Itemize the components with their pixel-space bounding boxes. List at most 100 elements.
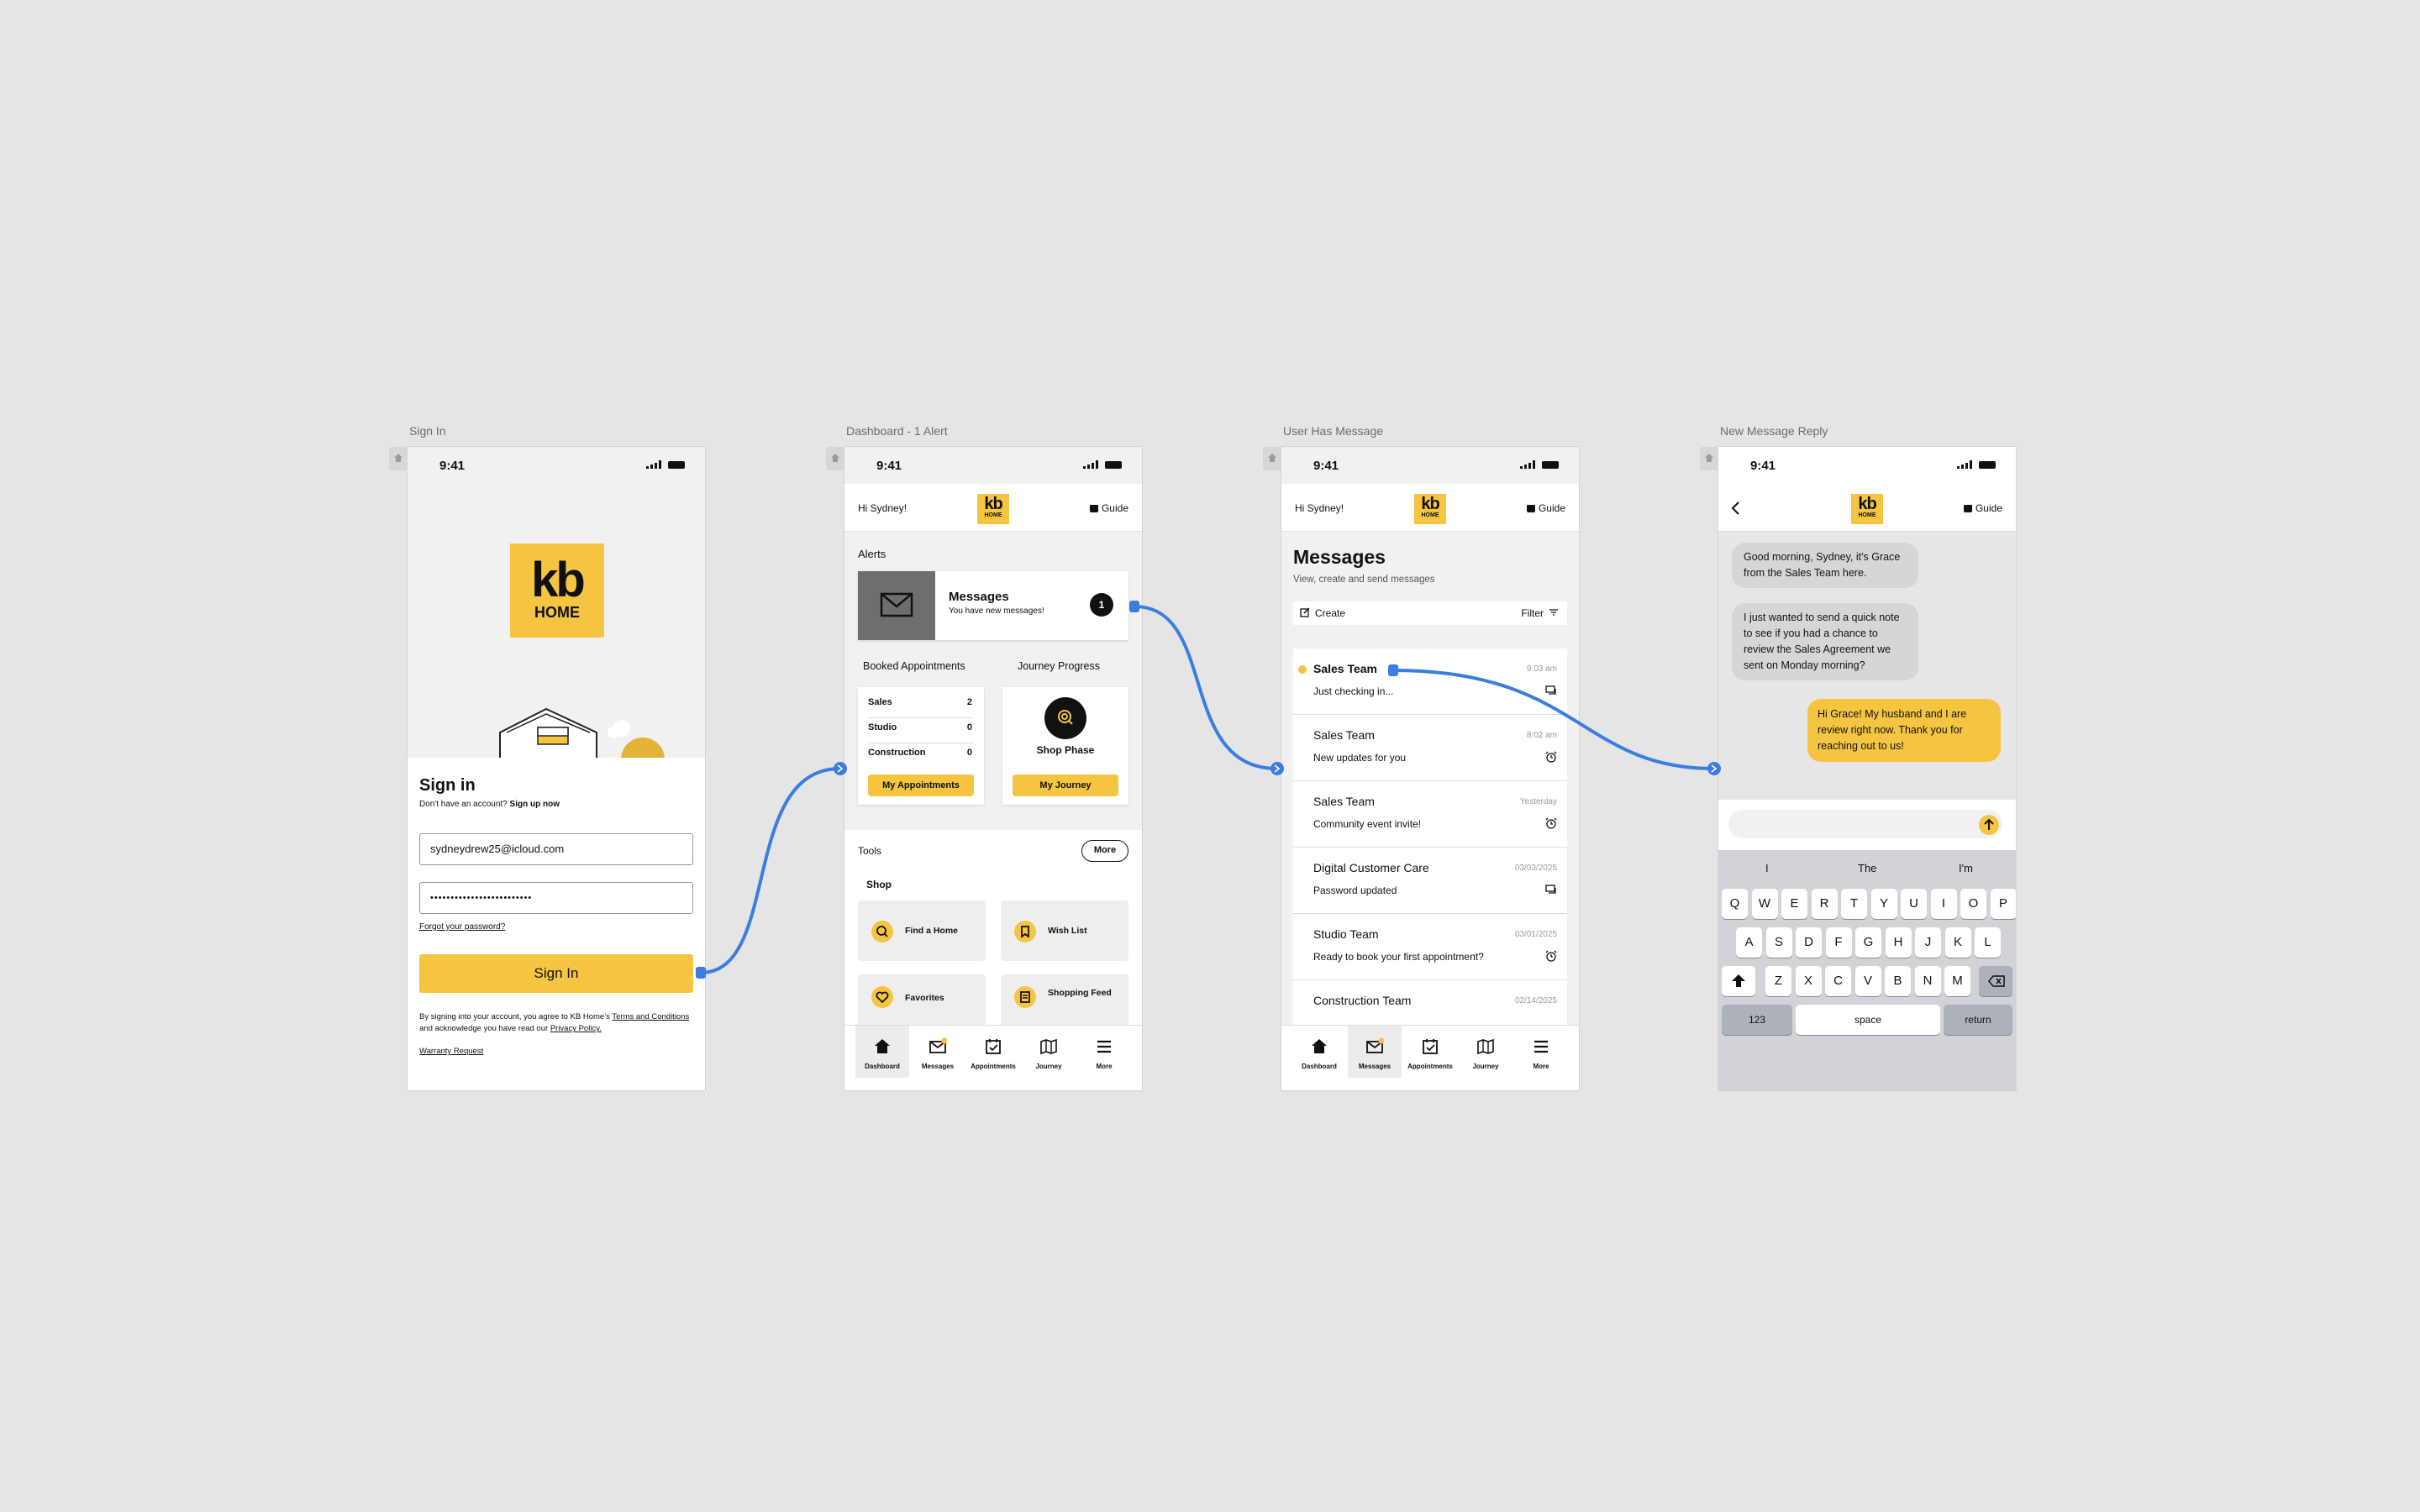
- tool-label: Find a Home: [905, 926, 959, 936]
- message-row[interactable]: Digital Customer Care 03/03/2025 Passwor…: [1293, 848, 1567, 914]
- tool-wish-list[interactable]: Wish List: [1001, 900, 1128, 961]
- suggestion[interactable]: I: [1765, 862, 1769, 874]
- alert-card[interactable]: Messages You have new messages! 1: [858, 571, 1128, 640]
- logo-home-text: HOME: [534, 604, 580, 621]
- keyboard-key[interactable]: B: [1885, 966, 1911, 996]
- space-key[interactable]: space: [1796, 1005, 1940, 1035]
- logo-home-text: HOME: [1858, 512, 1876, 518]
- keyboard-key[interactable]: F: [1825, 927, 1852, 958]
- keyboard-key[interactable]: R: [1811, 889, 1838, 919]
- tool-find-home[interactable]: Find a Home: [858, 900, 986, 961]
- frame-handle-signin[interactable]: [389, 447, 408, 470]
- tab-messages[interactable]: Messages: [911, 1026, 965, 1078]
- send-button[interactable]: [1979, 815, 1999, 835]
- password-field[interactable]: •••••••••••••••••••••••••: [419, 882, 693, 914]
- keyboard-key[interactable]: N: [1914, 966, 1941, 996]
- prototype-connectors: [696, 601, 1721, 979]
- tab-more[interactable]: More: [1514, 1026, 1568, 1078]
- delete-key[interactable]: [1979, 966, 2012, 996]
- suggestion-bar: I The I'm: [1718, 850, 2016, 885]
- keyboard-key[interactable]: L: [1975, 927, 2001, 958]
- tab-journey[interactable]: Journey: [1022, 1026, 1076, 1078]
- my-appointments-button[interactable]: My Appointments: [868, 774, 974, 796]
- signin-button[interactable]: Sign In: [419, 954, 693, 993]
- guide-link[interactable]: Guide: [1089, 502, 1128, 514]
- keyboard-key[interactable]: K: [1944, 927, 1971, 958]
- keyboard-key[interactable]: X: [1795, 966, 1822, 996]
- app-header: Hi Sydney! kb HOME Guide: [1281, 484, 1579, 532]
- keyboard-key[interactable]: E: [1781, 889, 1807, 919]
- appointment-row: Sales 2: [868, 697, 974, 718]
- guide-link[interactable]: Guide: [1526, 502, 1565, 514]
- keyboard-key[interactable]: S: [1765, 927, 1792, 958]
- more-tools-button[interactable]: More: [1081, 840, 1128, 862]
- guide-icon: [1963, 505, 1972, 512]
- message-list: Sales Team 9:03 am Just checking in... S…: [1293, 648, 1567, 1035]
- home-icon: [875, 1039, 890, 1053]
- message-row[interactable]: Sales Team 9:03 am Just checking in...: [1293, 648, 1567, 715]
- chat-bubble-outgoing: Hi Grace! My husband and I are review ri…: [1807, 699, 2001, 762]
- shift-icon: [1732, 974, 1745, 987]
- frame-handle-dashboard[interactable]: [826, 447, 844, 470]
- keyboard-key[interactable]: O: [1960, 889, 1986, 919]
- email-field[interactable]: sydneydrew25@icloud.com: [419, 833, 693, 865]
- connector-signin-to-dashboard: [700, 767, 841, 974]
- forgot-password-link[interactable]: Forgot your password?: [419, 922, 505, 932]
- message-row[interactable]: Studio Team 03/01/2025 Ready to book you…: [1293, 914, 1567, 980]
- keyboard-key[interactable]: V: [1854, 966, 1881, 996]
- guide-link[interactable]: Guide: [1963, 502, 2002, 514]
- tab-appointments[interactable]: Appointments: [966, 1026, 1020, 1078]
- messages-toolbar: Create Filter: [1293, 601, 1567, 625]
- keyboard-key[interactable]: Y: [1870, 889, 1897, 919]
- back-chevron-icon[interactable]: [1730, 501, 1740, 516]
- tab-messages[interactable]: Messages: [1348, 1026, 1402, 1078]
- envelope-icon: [1366, 1037, 1384, 1053]
- tab-appointments[interactable]: Appointments: [1403, 1026, 1457, 1078]
- keyboard-key[interactable]: A: [1736, 927, 1762, 958]
- keyboard-key[interactable]: U: [1901, 889, 1927, 919]
- keyboard-key[interactable]: Q: [1722, 889, 1748, 919]
- keyboard-key[interactable]: Z: [1765, 966, 1791, 996]
- privacy-link[interactable]: Privacy Policy.: [550, 1024, 602, 1033]
- message-row[interactable]: Sales Team Yesterday Community event inv…: [1293, 781, 1567, 848]
- signup-link[interactable]: Sign up now: [510, 800, 560, 809]
- logo-kb-text: kb: [984, 495, 1002, 513]
- return-key[interactable]: return: [1944, 1005, 2012, 1035]
- warranty-link[interactable]: Warranty Request: [419, 1047, 483, 1056]
- keyboard-key[interactable]: J: [1915, 927, 1941, 958]
- tab-journey[interactable]: Journey: [1459, 1026, 1512, 1078]
- keyboard-key[interactable]: C: [1825, 966, 1851, 996]
- message-input[interactable]: [1728, 810, 2002, 838]
- tab-label: More: [1533, 1063, 1549, 1070]
- tab-dashboard[interactable]: Dashboard: [855, 1026, 909, 1078]
- suggestion[interactable]: I'm: [1959, 862, 1973, 874]
- heart-icon: [871, 986, 893, 1008]
- keyboard-key[interactable]: G: [1855, 927, 1881, 958]
- keyboard-key[interactable]: H: [1885, 927, 1912, 958]
- frame-handle-reply[interactable]: [1700, 447, 1718, 470]
- keyboard-key[interactable]: M: [1944, 966, 1970, 996]
- filter-button[interactable]: Filter: [1521, 607, 1559, 619]
- tab-more[interactable]: More: [1077, 1026, 1131, 1078]
- keyboard-key[interactable]: D: [1796, 927, 1822, 958]
- create-label: Create: [1315, 607, 1346, 619]
- keyboard-key[interactable]: W: [1751, 889, 1778, 919]
- kb-home-logo[interactable]: kb HOME: [1414, 494, 1446, 524]
- keyboard-key[interactable]: P: [1990, 889, 2016, 919]
- my-journey-button[interactable]: My Journey: [1013, 774, 1118, 796]
- filter-label: Filter: [1521, 607, 1544, 619]
- appointment-label: Sales: [868, 697, 892, 707]
- tab-dashboard[interactable]: Dashboard: [1292, 1026, 1346, 1078]
- keyboard-key[interactable]: T: [1841, 889, 1867, 919]
- shift-key[interactable]: [1722, 966, 1755, 996]
- create-button[interactable]: Create: [1300, 607, 1345, 619]
- frame-handle-messages[interactable]: [1263, 447, 1281, 470]
- terms-link[interactable]: Terms and Conditions: [612, 1012, 689, 1021]
- chat-icon: [1545, 885, 1556, 894]
- message-row[interactable]: Sales Team 8:02 am New updates for you: [1293, 715, 1567, 781]
- kb-home-logo[interactable]: kb HOME: [1851, 494, 1883, 524]
- suggestion[interactable]: The: [1858, 862, 1876, 874]
- numbers-key[interactable]: 123: [1722, 1005, 1792, 1035]
- keyboard-key[interactable]: I: [1930, 889, 1957, 919]
- kb-home-logo[interactable]: kb HOME: [977, 494, 1009, 524]
